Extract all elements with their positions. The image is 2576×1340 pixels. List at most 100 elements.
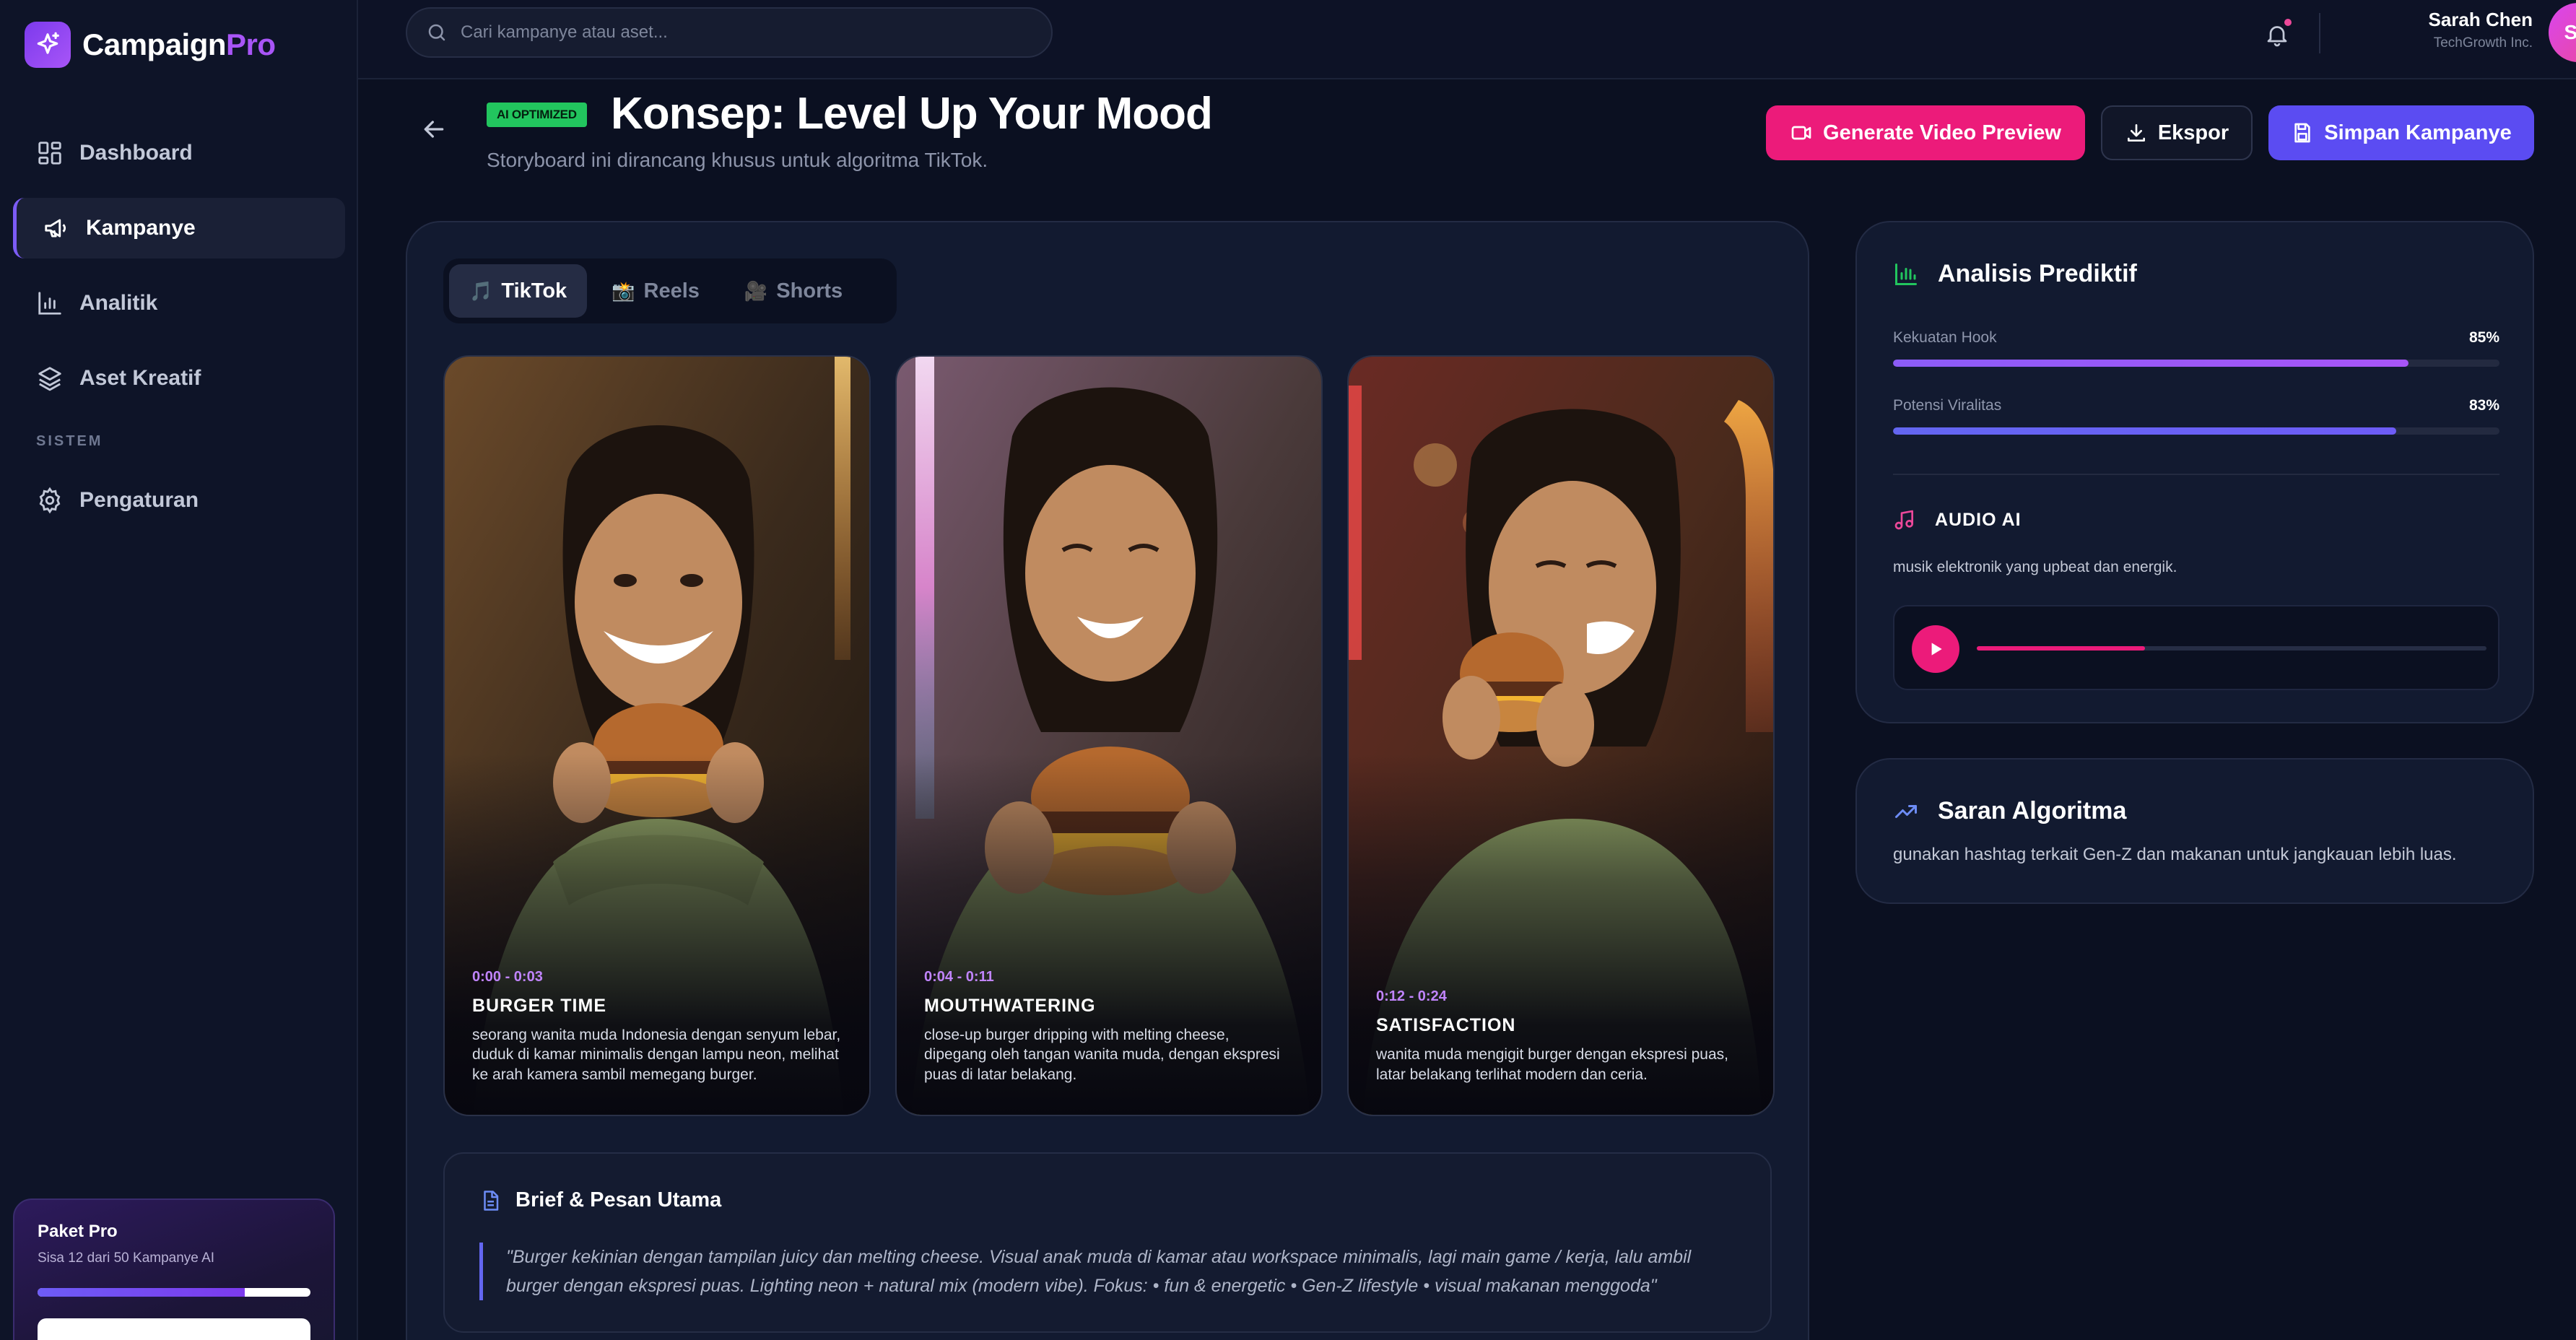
scene-description: wanita muda mengigit burger dengan ekspr…: [1376, 1046, 1728, 1083]
sidebar-item-dashboard[interactable]: Dashboard: [13, 123, 345, 183]
algorithm-tips-card: Saran Algoritma gunakan hashtag terkait …: [1855, 758, 2534, 904]
plan-card: Paket Pro Sisa 12 dari 50 Kampanye AI: [13, 1198, 335, 1340]
film-camera-icon: 🎥: [744, 279, 768, 302]
audio-player: [1893, 605, 2499, 690]
sidebar-nav: Dashboard Kampanye Analitik Aset Kreatif…: [13, 123, 345, 545]
play-button[interactable]: [1912, 625, 1959, 673]
page-title: Konsep: Level Up Your Mood: [611, 89, 1213, 139]
scene-caption: 0:12 - 0:24 SATISFACTION wanita muda men…: [1376, 988, 1746, 1084]
sidebar-item-analitik[interactable]: Analitik: [13, 273, 345, 334]
algorithm-tip-text: gunakan hashtag terkait Gen-Z dan makana…: [1893, 845, 2457, 864]
metric-bar: [1893, 360, 2499, 367]
grid-icon: [38, 142, 61, 165]
notifications-button[interactable]: [2258, 16, 2296, 53]
generate-video-label: Generate Video Preview: [1823, 121, 2061, 144]
music-note-icon: [1894, 510, 1913, 530]
plan-subtitle: Sisa 12 dari 50 Kampanye AI: [38, 1250, 215, 1266]
scene-card[interactable]: 0:12 - 0:24 SATISFACTION wanita muda men…: [1347, 355, 1775, 1116]
algorithm-title: Saran Algoritma: [1938, 797, 2127, 825]
back-button[interactable]: [417, 113, 451, 146]
brand[interactable]: CampaignPro: [25, 22, 276, 68]
tab-shorts[interactable]: 🎥 Shorts: [724, 264, 863, 318]
topbar: Sarah Chen TechGrowth Inc. SC: [358, 0, 2576, 79]
sidebar-item-pengaturan[interactable]: Pengaturan: [13, 470, 345, 531]
download-icon: [2127, 124, 2145, 142]
audio-progress-fill: [1977, 646, 2145, 651]
brand-name-accent: Pro: [226, 27, 276, 61]
audio-progress-track[interactable]: [1977, 646, 2486, 651]
metric-fill: [1893, 427, 2397, 435]
audio-description: musik elektronik yang upbeat dan energik…: [1893, 559, 2177, 575]
scene-timestamp: 0:12 - 0:24: [1376, 988, 1447, 1005]
music-note-icon: 🎵: [469, 279, 493, 302]
sidebar: CampaignPro Dashboard Kampanye Analitik …: [0, 0, 358, 1340]
storyboard-panel: 🎵 TikTok 📸 Reels 🎥 Shorts 0:00 - 0:03 BU…: [406, 221, 1809, 1340]
scene-caption: 0:00 - 0:03 BURGER TIME seorang wanita m…: [472, 969, 842, 1084]
metric-fill: [1893, 360, 2409, 367]
floppy-disk-icon: [2294, 123, 2310, 143]
platform-tabs: 🎵 TikTok 📸 Reels 🎥 Shorts: [443, 258, 897, 323]
tab-label: Shorts: [776, 279, 843, 303]
upgrade-button[interactable]: [38, 1318, 310, 1340]
predictive-title: Analisis Prediktif: [1938, 260, 2137, 287]
brief-title: Brief & Pesan Utama: [515, 1188, 722, 1211]
plan-usage-fill: [38, 1288, 245, 1297]
scene-title: MOUTHWATERING: [924, 996, 1096, 1017]
metric-bar: [1893, 427, 2499, 435]
arrow-left-icon: [424, 121, 444, 138]
scene-timestamp: 0:04 - 0:11: [924, 969, 994, 986]
document-icon: [484, 1190, 499, 1211]
sidebar-item-label: Analitik: [79, 291, 158, 315]
search-input[interactable]: [461, 22, 1024, 43]
ai-optimized-badge: AI OPTIMIZED: [487, 103, 587, 127]
scene-card[interactable]: 0:00 - 0:03 BURGER TIME seorang wanita m…: [443, 355, 871, 1116]
scene-caption: 0:04 - 0:11 MOUTHWATERING close-up burge…: [924, 969, 1294, 1084]
scene-list: 0:00 - 0:03 BURGER TIME seorang wanita m…: [443, 355, 1775, 1116]
sidebar-item-label: Pengaturan: [79, 488, 199, 512]
export-label: Ekspor: [2157, 121, 2229, 144]
sidebar-section-label: SISTEM: [36, 433, 103, 449]
bar-chart-icon: [38, 292, 61, 315]
scene-card[interactable]: 0:04 - 0:11 MOUTHWATERING close-up burge…: [895, 355, 1323, 1116]
plan-usage-bar: [38, 1288, 310, 1297]
scene-title: BURGER TIME: [472, 996, 606, 1017]
play-icon: [1931, 643, 1942, 656]
tab-tiktok[interactable]: 🎵 TikTok: [449, 264, 588, 318]
sidebar-item-kampanye[interactable]: Kampanye: [13, 198, 345, 258]
sidebar-item-aset-kreatif[interactable]: Aset Kreatif: [13, 348, 345, 409]
brand-name: CampaignPro: [82, 27, 276, 61]
video-camera-icon: [1791, 126, 1811, 140]
gear-icon: [39, 487, 61, 514]
brief-quote: "Burger kekinian dengan tampilan juicy d…: [479, 1243, 1736, 1300]
sidebar-item-label: Kampanye: [86, 216, 196, 240]
scene-description: seorang wanita muda Indonesia dengan sen…: [472, 1027, 841, 1083]
save-campaign-button[interactable]: Simpan Kampanye: [2268, 105, 2534, 160]
search-bar[interactable]: [406, 7, 1053, 58]
scene-title: SATISFACTION: [1376, 1015, 1516, 1036]
metric-label: Potensi Viralitas: [1893, 397, 2002, 414]
metric-hook: Kekuatan Hook 85%: [1893, 329, 2499, 367]
divider: [2319, 13, 2320, 53]
metric-label: Kekuatan Hook: [1893, 329, 1997, 346]
notification-dot: [2284, 19, 2292, 26]
predictive-analysis-card: Analisis Prediktif Kekuatan Hook 85% Pot…: [1855, 221, 2534, 723]
trending-up-icon: [1895, 804, 1917, 818]
page-subtitle: Storyboard ini dirancang khusus untuk al…: [487, 149, 988, 171]
metric-value: 83%: [2468, 397, 2499, 414]
brief-header: Brief & Pesan Utama: [479, 1188, 1736, 1212]
app-root: CampaignPro Dashboard Kampanye Analitik …: [0, 0, 2576, 1340]
plan-title: Paket Pro: [38, 1222, 118, 1241]
predictive-header: Analisis Prediktif: [1893, 260, 2137, 288]
export-button[interactable]: Ekspor: [2101, 105, 2253, 160]
layers-icon: [38, 367, 61, 391]
metric-value: 85%: [2468, 329, 2499, 346]
sidebar-item-label: Dashboard: [79, 141, 193, 165]
generate-video-button[interactable]: Generate Video Preview: [1766, 105, 2085, 160]
megaphone-icon: [45, 219, 66, 238]
tab-reels[interactable]: 📸 Reels: [591, 264, 720, 318]
user-info[interactable]: Sarah Chen TechGrowth Inc.: [2351, 9, 2533, 51]
avatar[interactable]: SC: [2549, 3, 2576, 62]
sidebar-item-label: Aset Kreatif: [79, 366, 201, 390]
scene-timestamp: 0:00 - 0:03: [472, 969, 543, 986]
tab-label: TikTok: [501, 279, 567, 303]
